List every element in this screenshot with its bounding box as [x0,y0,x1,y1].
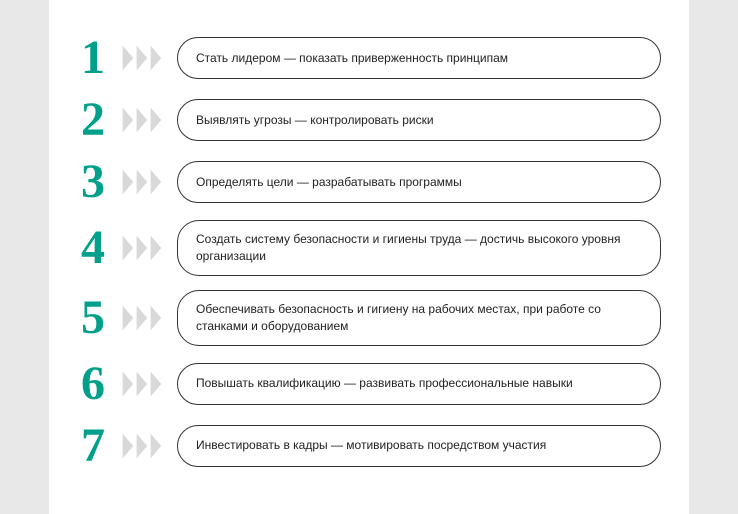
item-text: Определять цели — разрабатывать программ… [196,174,462,191]
item-number: 7 [77,422,109,470]
item-text: Повышать квалификацию — развивать профес… [196,375,573,392]
item-number: 2 [77,96,109,144]
item-text-pill: Инвестировать в кадры — мотивировать пос… [177,425,661,467]
item-number: 3 [77,158,109,206]
list-item: 7 Инвестировать в кадры — мотивировать п… [77,422,661,470]
item-number: 4 [77,224,109,272]
item-text-pill: Определять цели — разрабатывать программ… [177,161,661,203]
item-number: 6 [77,360,109,408]
item-text-pill: Обеспечивать безопасность и гигиену на р… [177,290,661,346]
item-text: Инвестировать в кадры — мотивировать пос… [196,437,546,454]
item-text-pill: Стать лидером — показать приверженность … [177,37,661,79]
item-text: Обеспечивать безопасность и гигиену на р… [196,301,642,335]
list-item: 2 Выявлять угрозы — контролировать риски [77,96,661,144]
item-number: 5 [77,294,109,342]
item-number: 1 [77,34,109,82]
chevron-right-icon [121,369,165,399]
list-item: 6 Повышать квалификацию — развивать проф… [77,360,661,408]
item-text-pill: Выявлять угрозы — контролировать риски [177,99,661,141]
item-text-pill: Повышать квалификацию — развивать профес… [177,363,661,405]
item-text: Стать лидером — показать приверженность … [196,50,508,67]
item-text: Выявлять угрозы — контролировать риски [196,112,434,129]
chevron-right-icon [121,105,165,135]
list-item: 1 Стать лидером — показать приверженност… [77,34,661,82]
list-item: 5 Обеспечивать безопасность и гигиену на… [77,290,661,346]
item-text-pill: Создать систему безопасности и гигиены т… [177,220,661,276]
chevron-right-icon [121,167,165,197]
list-item: 4 Создать систему безопасности и гигиены… [77,220,661,276]
principles-card: 1 Стать лидером — показать приверженност… [49,0,689,514]
list-item: 3 Определять цели — разрабатывать програ… [77,158,661,206]
item-text: Создать систему безопасности и гигиены т… [196,231,642,265]
chevron-right-icon [121,431,165,461]
principles-list: 1 Стать лидером — показать приверженност… [77,34,661,469]
chevron-right-icon [121,303,165,333]
chevron-right-icon [121,43,165,73]
chevron-right-icon [121,233,165,263]
